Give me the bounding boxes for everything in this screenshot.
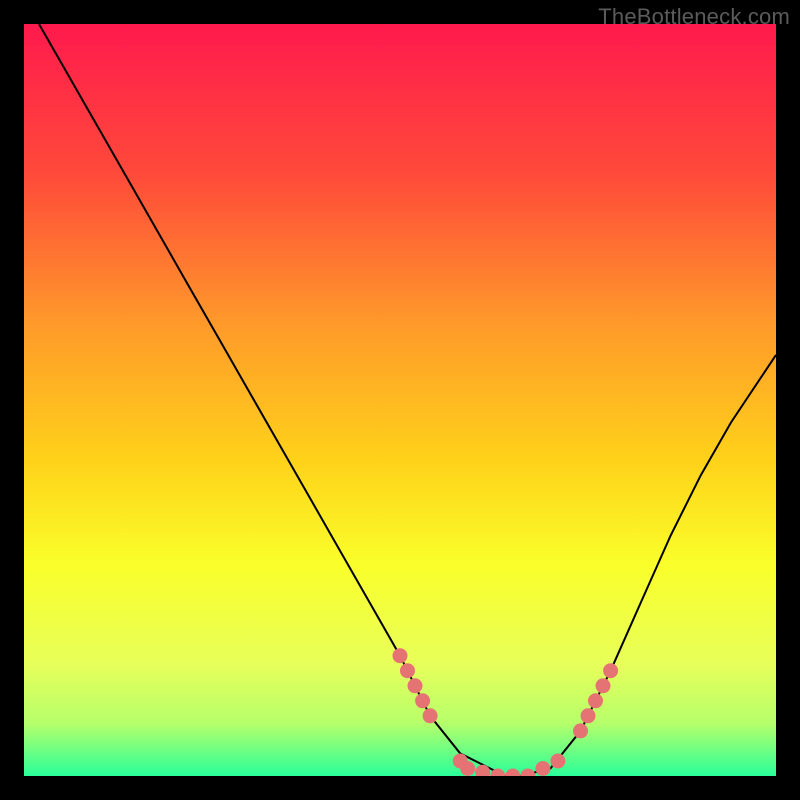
curve-marker — [603, 663, 618, 678]
curve-marker — [393, 648, 408, 663]
chart-frame — [24, 24, 776, 776]
curve-marker — [550, 754, 565, 769]
curve-marker — [423, 708, 438, 723]
watermark-text: TheBottleneck.com — [598, 4, 790, 30]
curve-marker — [596, 678, 611, 693]
curve-marker — [408, 678, 423, 693]
curve-marker — [581, 708, 596, 723]
curve-marker — [460, 761, 475, 776]
curve-marker — [415, 693, 430, 708]
bottleneck-chart — [24, 24, 776, 776]
curve-marker — [573, 723, 588, 738]
curve-marker — [400, 663, 415, 678]
curve-marker — [535, 761, 550, 776]
curve-marker — [588, 693, 603, 708]
